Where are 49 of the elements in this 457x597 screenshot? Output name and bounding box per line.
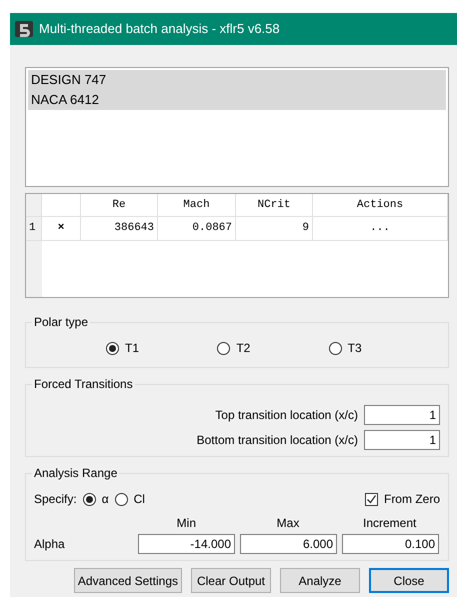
column-header: Increment [363, 515, 416, 532]
input-field[interactable]: 6.000 [240, 534, 337, 554]
column-header: NCrit [236, 194, 313, 217]
row-number: 1 [26, 217, 42, 241]
radio-button[interactable] [328, 342, 342, 354]
column-header: Actions [313, 194, 448, 217]
input-field[interactable]: 0.100 [342, 534, 439, 554]
group-title: Forced Transitions [32, 377, 135, 391]
radio-button[interactable] [217, 342, 230, 354]
radio-button[interactable] [82, 492, 96, 506]
app-logo-icon [14, 19, 34, 39]
dialog-button[interactable]: Close [369, 568, 449, 593]
checkbox-label: From Zero [384, 491, 440, 508]
column-header: Max [276, 515, 300, 532]
dialog-button[interactable]: Clear Output [191, 568, 271, 593]
specify-label: Specify: [34, 491, 77, 508]
foil-list[interactable]: DESIGN 747 NACA 6412 [25, 67, 449, 187]
column-header: Mach [158, 194, 236, 217]
column-header: Min [176, 515, 196, 532]
dialog-button[interactable]: Analyze [280, 568, 360, 593]
table-cell: 0.0867 [158, 217, 236, 241]
column-header [42, 194, 81, 217]
radio-label: T3 [348, 340, 362, 357]
radio-button[interactable] [106, 342, 119, 354]
group-title: Analysis Range [32, 466, 120, 480]
input-field[interactable]: 1 [364, 405, 440, 425]
table-cell[interactable]: ... [313, 217, 448, 241]
table-cell: × [42, 217, 81, 241]
foil-item[interactable]: NACA 6412 [28, 90, 446, 110]
dialog-button[interactable]: Advanced Settings [74, 568, 182, 593]
radio-button[interactable] [114, 492, 128, 506]
table-cell: 9 [236, 217, 313, 241]
row-label: Alpha [34, 536, 66, 553]
radio-label: T2 [236, 340, 250, 357]
input-field[interactable]: -14.000 [138, 534, 235, 554]
radio-label: Cl [134, 491, 145, 508]
table-cell: 386643 [81, 217, 158, 241]
field-label: Top transition location (x/c) [215, 407, 358, 424]
corner-header [26, 194, 42, 217]
input-field[interactable]: 1 [364, 430, 440, 450]
radio-label: α [102, 491, 109, 508]
checkbox[interactable] [364, 492, 378, 506]
window-title: Multi-threaded batch analysis - xflr5 v6.58 [39, 20, 280, 38]
foil-item[interactable]: DESIGN 747 [28, 70, 446, 90]
group-title: Polar type [32, 315, 90, 329]
field-label: Bottom transition location (x/c) [196, 432, 358, 449]
radio-label: T1 [125, 340, 140, 357]
column-header: Re [81, 194, 158, 217]
row-header-gutter [26, 241, 42, 297]
